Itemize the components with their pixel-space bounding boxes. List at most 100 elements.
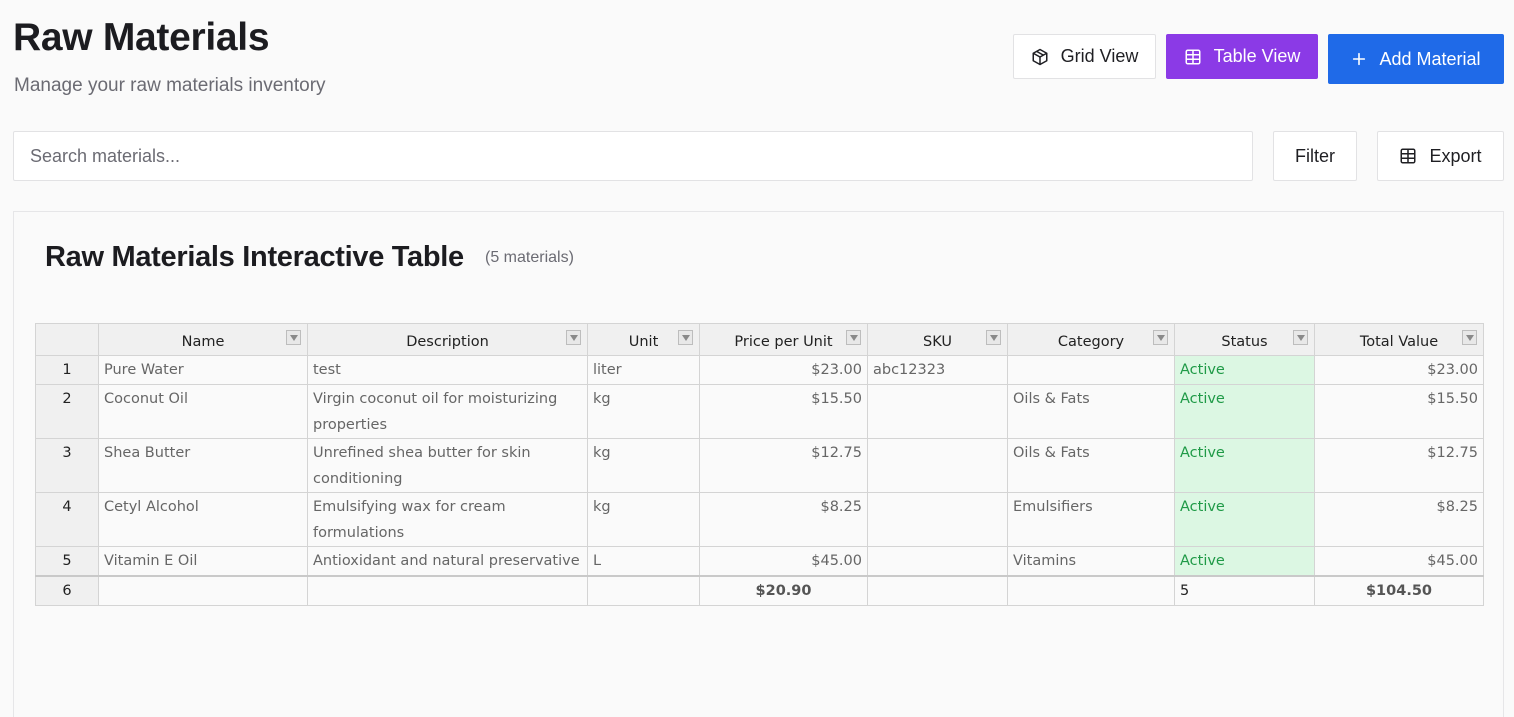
cell-price[interactable]: $12.75 [699,438,868,493]
column-label: Total Value [1359,333,1439,350]
summary-status-count: 5 [1174,574,1315,606]
cell-name[interactable]: Shea Butter [98,438,308,493]
cell-sku[interactable]: abc12323 [867,355,1008,385]
cell-name[interactable]: Vitamin E Oil [98,546,308,576]
cell-category[interactable] [1007,355,1175,385]
cell-sku[interactable] [867,492,1008,547]
column-header-status[interactable]: Status [1174,323,1315,356]
grid-view-button[interactable]: Grid View [1013,34,1156,79]
table-icon [1399,147,1417,165]
table-icon [1184,48,1202,66]
cell-total[interactable]: $45.00 [1314,546,1484,576]
column-label: Price per Unit [734,333,833,350]
cell-sku[interactable] [867,384,1008,439]
summary-cell-sku [867,574,1008,606]
search-input[interactable] [13,131,1253,181]
cell-status[interactable]: Active [1174,355,1315,385]
corner-cell [35,323,99,356]
filter-button[interactable]: Filter [1273,131,1357,181]
row-number: 3 [35,438,99,493]
materials-table-card: Raw Materials Interactive Table (5 mater… [13,211,1504,717]
cell-sku[interactable] [867,438,1008,493]
page-subtitle: Manage your raw materials inventory [14,75,326,96]
filter-dropdown-icon[interactable] [986,330,1001,345]
column-header-category[interactable]: Category [1007,323,1175,356]
cell-sku[interactable] [867,546,1008,576]
cell-unit[interactable]: liter [587,355,700,385]
cell-description[interactable]: test [307,355,588,385]
cell-price[interactable]: $15.50 [699,384,868,439]
column-header-total[interactable]: Total Value [1314,323,1484,356]
cell-total[interactable]: $12.75 [1314,438,1484,493]
cell-description[interactable]: Antioxidant and natural preservative [307,546,588,576]
column-label: Unit [628,333,659,350]
cell-total[interactable]: $23.00 [1314,355,1484,385]
cell-name[interactable]: Coconut Oil [98,384,308,439]
row-number: 1 [35,355,99,385]
filter-dropdown-icon[interactable] [1293,330,1308,345]
filter-dropdown-icon[interactable] [1462,330,1477,345]
cell-total[interactable]: $8.25 [1314,492,1484,547]
filter-dropdown-icon[interactable] [846,330,861,345]
table-row: 2 Coconut Oil Virgin coconut oil for moi… [35,384,1484,439]
summary-avg-price: $20.90 [699,574,868,606]
table-row: 1 Pure Water test liter $23.00 abc12323 … [35,355,1484,385]
row-number: 4 [35,492,99,547]
summary-row: 6 $20.90 5 $104.50 [35,574,1484,606]
filter-dropdown-icon[interactable] [1153,330,1168,345]
cell-unit[interactable]: L [587,546,700,576]
cell-name[interactable]: Pure Water [98,355,308,385]
cell-price[interactable]: $45.00 [699,546,868,576]
cell-description[interactable]: Unrefined shea butter for skin condition… [307,438,588,493]
cell-total[interactable]: $15.50 [1314,384,1484,439]
cell-category[interactable]: Vitamins [1007,546,1175,576]
add-material-label: Add Material [1379,48,1481,69]
cell-category[interactable]: Oils & Fats [1007,384,1175,439]
column-header-price[interactable]: Price per Unit [699,323,868,356]
cell-status[interactable]: Active [1174,546,1315,576]
table-view-button[interactable]: Table View [1166,34,1318,79]
summary-cell-description [307,574,588,606]
column-label: Status [1221,333,1268,350]
plus-icon [1351,51,1367,67]
column-header-sku[interactable]: SKU [867,323,1008,356]
cell-price[interactable]: $23.00 [699,355,868,385]
column-header-description[interactable]: Description [307,323,588,356]
export-label: Export [1429,145,1482,166]
add-material-button[interactable]: Add Material [1328,34,1504,84]
summary-cell-category [1007,574,1175,606]
row-number: 2 [35,384,99,439]
header-row: Name Description Unit Price per Unit SKU… [35,323,1484,356]
column-header-name[interactable]: Name [98,323,308,356]
cell-name[interactable]: Cetyl Alcohol [98,492,308,547]
column-header-unit[interactable]: Unit [587,323,700,356]
row-number: 6 [35,574,99,606]
filter-dropdown-icon[interactable] [566,330,581,345]
cell-status[interactable]: Active [1174,384,1315,439]
cell-unit[interactable]: kg [587,438,700,493]
grid-view-label: Grid View [1060,46,1139,66]
cell-category[interactable]: Oils & Fats [1007,438,1175,493]
cell-status[interactable]: Active [1174,438,1315,493]
cell-status[interactable]: Active [1174,492,1315,547]
page-title: Raw Materials [13,16,270,59]
cell-unit[interactable]: kg [587,384,700,439]
cell-category[interactable]: Emulsifiers [1007,492,1175,547]
column-label: Category [1057,333,1125,350]
cell-description[interactable]: Virgin coconut oil for moisturizing prop… [307,384,588,439]
filter-label: Filter [1295,145,1335,166]
table-row: 5 Vitamin E Oil Antioxidant and natural … [35,546,1484,576]
filter-dropdown-icon[interactable] [678,330,693,345]
column-label: Name [181,333,225,350]
card-title: Raw Materials Interactive Table [45,241,464,273]
materials-table: Name Description Unit Price per Unit SKU… [35,323,1484,606]
materials-count: (5 materials) [485,249,574,266]
filter-dropdown-icon[interactable] [286,330,301,345]
cell-unit[interactable]: kg [587,492,700,547]
cell-price[interactable]: $8.25 [699,492,868,547]
summary-cell-name [98,574,308,606]
cell-description[interactable]: Emulsifying wax for cream formulations [307,492,588,547]
column-label: SKU [923,333,952,350]
summary-cell-unit [587,574,700,606]
export-button[interactable]: Export [1377,131,1504,181]
